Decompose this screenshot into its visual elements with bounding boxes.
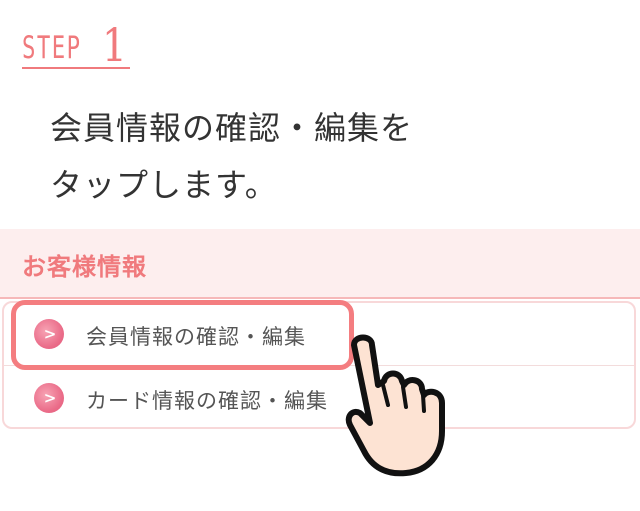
instruction-line-2: タップします。 (50, 166, 278, 204)
pointing-hand-icon (345, 334, 445, 477)
menu-card: > 会員情報の確認・編集 > カード情報の確認・編集 (2, 301, 636, 429)
section-header: お客様情報 (0, 229, 640, 299)
menu-item-label: カード情報の確認・編集 (86, 389, 328, 413)
menu-item-label: 会員情報の確認・編集 (86, 325, 306, 349)
chevron-right-icon: > (34, 383, 64, 413)
instruction-line-1: 会員情報の確認・編集を (50, 109, 414, 147)
section-title: お客様情報 (22, 253, 147, 281)
instruction-text: 会員情報の確認・編集を タップします。 (50, 100, 610, 214)
step-word: STEP (22, 30, 82, 66)
step-heading: STEP 1 (22, 12, 131, 68)
chevron-right-icon: > (34, 319, 64, 349)
menu-item-member-info[interactable]: > 会員情報の確認・編集 (4, 303, 634, 366)
menu-item-card-info[interactable]: > カード情報の確認・編集 (4, 367, 634, 429)
step-number: 1 (102, 18, 127, 72)
tutorial-page: STEP 1 会員情報の確認・編集を タップします。 お客様情報 > 会員情報の… (0, 0, 640, 511)
step-underline (22, 67, 130, 69)
